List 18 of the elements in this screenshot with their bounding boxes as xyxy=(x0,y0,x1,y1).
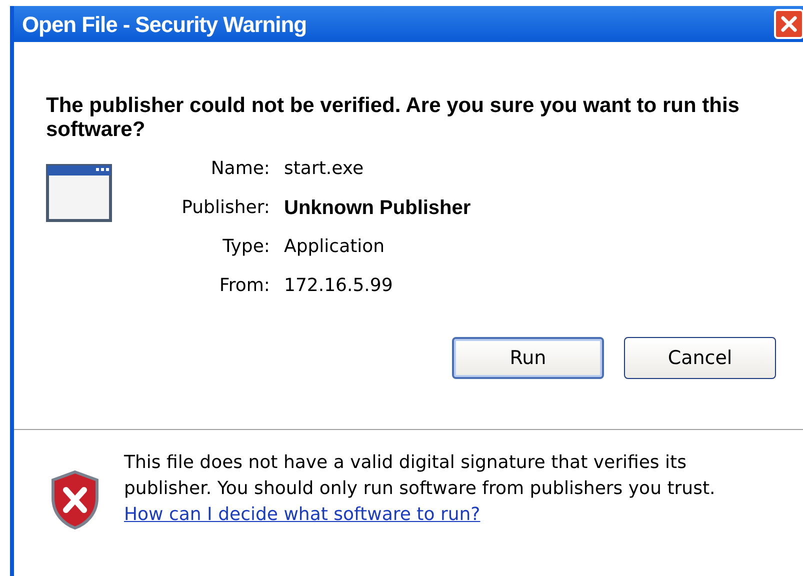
dialog-button[interactable]: Cancel xyxy=(624,337,776,379)
close-icon xyxy=(780,15,798,33)
dialog-button[interactable]: Run xyxy=(452,337,604,379)
application-window-icon xyxy=(46,164,112,222)
detail-value: 172.16.5.99 xyxy=(284,274,394,298)
shield-error-icon xyxy=(50,470,100,530)
warning-text: This file does not have a valid digital signature that verifies its publisher. You should only run software from publishers you trust. xyxy=(124,451,716,501)
help-link[interactable]: How can I decide what software to run? xyxy=(124,504,480,525)
detail-label: From: xyxy=(218,274,270,298)
warning-heading: The publisher could not be verified. Are you sure you want to run this software? xyxy=(46,94,740,142)
window-title: Open File - Security Warning xyxy=(22,10,306,39)
detail-value: Application xyxy=(284,235,386,259)
detail-label: Publisher: xyxy=(180,196,270,220)
detail-value: Unknown Publisher xyxy=(284,196,471,221)
close-button[interactable] xyxy=(774,9,803,39)
detail-label: Type: xyxy=(222,235,270,259)
detail-label: Name: xyxy=(210,157,270,181)
detail-value: start.exe xyxy=(284,157,365,181)
